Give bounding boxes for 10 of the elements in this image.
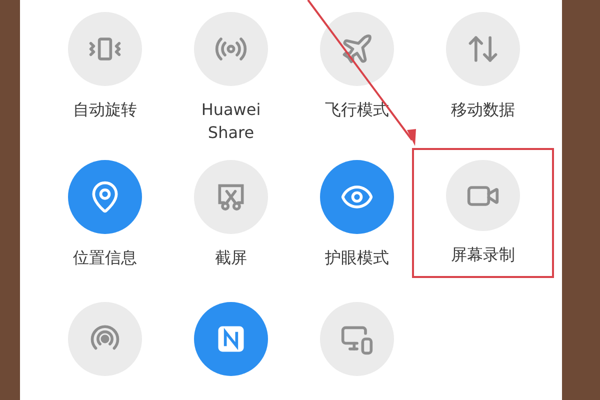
toggle-label: Huawei Share [200, 99, 262, 144]
quick-setting-toggle[interactable]: 移动数据 [412, 0, 554, 133]
toggle-label: 截屏 [214, 247, 248, 269]
quick-setting-toggle[interactable]: 屏幕录制 [412, 148, 554, 278]
toggle-label: 屏幕录制 [450, 244, 516, 266]
toggle-label: 位置信息 [72, 247, 138, 269]
toggle-label: 移动数据 [450, 99, 516, 121]
toggle-label: 护眼模式 [324, 247, 390, 269]
airplane-icon [340, 32, 374, 66]
toggle-label: 自动旋转 [72, 99, 138, 121]
